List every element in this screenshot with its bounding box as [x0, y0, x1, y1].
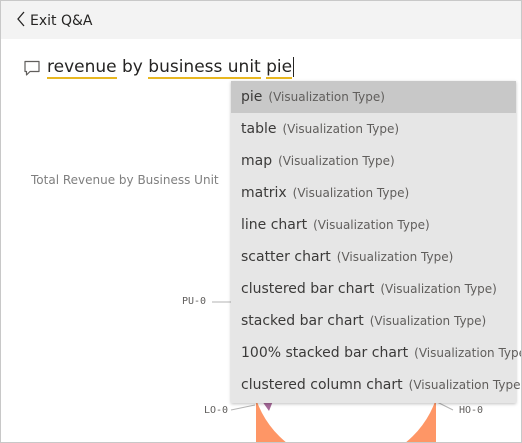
- suggestion-type: (Visualization Type): [336, 250, 454, 264]
- suggestion-type: (Visualization Type): [380, 282, 497, 296]
- suggestion-type: (Visualization Type): [313, 218, 430, 232]
- suggestion-label: clustered column chart: [241, 377, 403, 393]
- suggestion-label: matrix: [241, 185, 287, 201]
- suggestion-item[interactable]: table (Visualization Type): [231, 113, 516, 145]
- suggestion-label: scatter chart: [241, 249, 331, 265]
- suggestion-label: stacked bar chart: [241, 313, 364, 329]
- suggestion-item[interactable]: clustered bar chart (Visualization Type): [231, 273, 516, 305]
- suggestion-type: (Visualization Type): [268, 90, 385, 104]
- suggestion-item[interactable]: matrix (Visualization Type): [231, 177, 516, 209]
- suggestion-type: (Visualization Type): [414, 346, 522, 360]
- suggestion-item[interactable]: scatter chart (Visualization Type): [231, 241, 516, 273]
- suggestion-type: (Visualization Type): [278, 154, 395, 168]
- suggestion-item[interactable]: line chart (Visualization Type): [231, 209, 516, 241]
- suggestion-label: clustered bar chart: [241, 281, 375, 297]
- suggestion-item[interactable]: pie (Visualization Type): [231, 81, 516, 113]
- suggestion-type: (Visualization Type): [282, 122, 400, 136]
- suggestion-label: 100% stacked bar chart: [241, 345, 409, 361]
- suggestion-type: (Visualization Type): [408, 378, 522, 392]
- suggestion-label: map: [241, 153, 273, 169]
- suggestion-item[interactable]: stacked bar chart (Visualization Type): [231, 305, 516, 337]
- suggestion-type: (Visualization Type): [292, 186, 410, 200]
- suggestion-item[interactable]: 100% stacked bar chart (Visualization Typ…: [231, 337, 521, 369]
- leader-line-lo: [230, 404, 256, 411]
- suggestion-dropdown: pie (Visualization Type) table (Visualizati…: [231, 81, 521, 403]
- suggestion-label: pie: [241, 89, 263, 105]
- leader-line-ho: [436, 401, 454, 411]
- data-label-lo: LO-0: [204, 405, 229, 416]
- suggestion-item[interactable]: map (Visualization Type): [231, 145, 516, 177]
- suggestion-label: line chart: [241, 217, 308, 233]
- suggestion-item[interactable]: clustered column chart (Visualization Typ…: [231, 369, 521, 401]
- data-label-ho: HO-0: [459, 405, 484, 416]
- pie-slice-orange[interactable]: [256, 399, 436, 442]
- suggestion-label: table: [241, 121, 277, 137]
- data-label-pu: PU-0: [182, 296, 207, 307]
- suggestion-type: (Visualization Type): [369, 314, 487, 328]
- qa-window: Exit Q&A revenue by business unit pie To…: [0, 0, 522, 443]
